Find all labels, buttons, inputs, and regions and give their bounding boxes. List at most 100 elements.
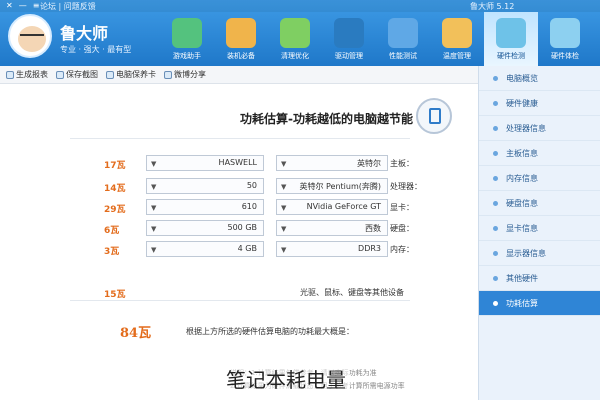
- bullet-icon: [493, 100, 498, 106]
- toolbar: 生成报表 保存截图 电脑保养卡 微博分享: [0, 66, 478, 84]
- brand-value: 英特尔: [357, 159, 381, 168]
- brand-value: 西数: [365, 224, 381, 233]
- brand-select[interactable]: ▼ DDR3: [276, 241, 388, 257]
- sidebar-item[interactable]: 显卡信息: [479, 216, 600, 241]
- sidebar-item-label: 显卡信息: [506, 223, 538, 233]
- brand-name: 鲁大师: [60, 24, 109, 43]
- model-value: 4 GB: [237, 244, 257, 253]
- chevron-down-icon: ▼: [151, 246, 157, 254]
- row-label: 处理器：: [390, 182, 422, 191]
- nav-label: 游戏助手: [173, 52, 201, 60]
- nav-item[interactable]: 清理优化: [268, 12, 322, 66]
- model-value: 50: [246, 181, 257, 190]
- sidebar-item-label: 硬盘信息: [506, 198, 538, 208]
- nav-item[interactable]: 游戏助手: [160, 12, 214, 66]
- sidebar-item[interactable]: 硬件健康: [479, 91, 600, 116]
- chevron-down-icon: ▼: [151, 204, 157, 212]
- brand-select[interactable]: ▼ 西数: [276, 220, 388, 236]
- close-icon[interactable]: ✕: [6, 1, 13, 10]
- sidebar-item[interactable]: 功耗估算: [479, 291, 600, 316]
- nav-label: 装机必备: [227, 52, 255, 60]
- total-watt: 84瓦: [120, 326, 152, 341]
- toolbar-button[interactable]: 生成报表: [6, 69, 48, 80]
- nav-icon: [172, 18, 202, 48]
- menu-icon[interactable]: ≡: [33, 1, 40, 10]
- model-select[interactable]: ▼ HASWELL: [146, 155, 264, 171]
- caption: 笔记本耗电量: [222, 364, 350, 393]
- power-row: 3瓦 ▼ 4 GB ▼ DDR3 内存：: [0, 241, 478, 261]
- row-label: 硬盘：: [390, 224, 414, 233]
- sidebar-item[interactable]: 主板信息: [479, 141, 600, 166]
- brand-slogan: 专业 · 强大 · 最有型: [60, 45, 132, 54]
- toolbar-button[interactable]: 保存截图: [56, 69, 98, 80]
- brand-value: NVidia GeForce GT: [306, 202, 381, 211]
- nav-icon: [388, 18, 418, 48]
- bullet-icon: [493, 125, 498, 131]
- row-watt: 14瓦: [104, 184, 126, 194]
- nav-label: 温度管理: [443, 52, 471, 60]
- sidebar-item[interactable]: 显示器信息: [479, 241, 600, 266]
- sidebar-item-label: 其他硬件: [506, 273, 538, 283]
- brand-select[interactable]: ▼ NVidia GeForce GT: [276, 199, 388, 215]
- minimize-icon[interactable]: —: [19, 1, 27, 10]
- nav-item[interactable]: 性能测试: [376, 12, 430, 66]
- page-title: 功耗估算-功耗越低的电脑越节能: [240, 112, 413, 126]
- calculator-icon: [416, 98, 452, 134]
- brand-select[interactable]: ▼ 英特尔: [276, 155, 388, 171]
- title-bar: ✕ — ≡ 鲁大师 5.12 论坛 | 问题反馈: [0, 0, 600, 12]
- bullet-icon: [493, 75, 498, 81]
- model-select[interactable]: ▼ 500 GB: [146, 220, 264, 236]
- chevron-down-icon: ▼: [281, 160, 287, 168]
- sidebar-item-label: 处理器信息: [506, 123, 546, 133]
- brand-select[interactable]: ▼ 英特尔 Pentium(奔腾): [276, 178, 388, 194]
- sidebar-item[interactable]: 内存信息: [479, 166, 600, 191]
- sidebar-item-label: 内存信息: [506, 173, 538, 183]
- nav-label: 性能测试: [389, 52, 417, 60]
- app-version: 鲁大师 5.12: [470, 2, 515, 11]
- sidebar-item[interactable]: 处理器信息: [479, 116, 600, 141]
- forum-links[interactable]: 论坛 | 问题反馈: [40, 1, 96, 12]
- sidebar-item-label: 主板信息: [506, 148, 538, 158]
- other-devices-label: 光驱、鼠标、键盘等其他设备: [300, 288, 404, 297]
- row-watt: 29瓦: [104, 205, 126, 215]
- sidebar-item[interactable]: 电脑概览: [479, 66, 600, 91]
- model-value: 610: [241, 202, 257, 211]
- toolbar-icon: [164, 70, 172, 79]
- toolbar-icon: [56, 70, 64, 79]
- toolbar-icon: [6, 70, 14, 79]
- power-row: 29瓦 ▼ 610 ▼ NVidia GeForce GT 显卡：: [0, 199, 478, 219]
- chevron-down-icon: ▼: [281, 183, 287, 191]
- nav-icon: [226, 18, 256, 48]
- bullet-icon: [493, 300, 498, 306]
- model-value: HASWELL: [218, 158, 257, 167]
- bullet-icon: [493, 275, 498, 281]
- bullet-icon: [493, 150, 498, 156]
- bullet-icon: [493, 200, 498, 206]
- toolbar-button[interactable]: 电脑保养卡: [106, 69, 156, 80]
- sidebar-item[interactable]: 其他硬件: [479, 266, 600, 291]
- chevron-down-icon: ▼: [281, 225, 287, 233]
- brand: [470, 12, 600, 64]
- model-value: 500 GB: [227, 223, 258, 232]
- nav-item[interactable]: 装机必备: [214, 12, 268, 66]
- sidebar-item[interactable]: 硬盘信息: [479, 191, 600, 216]
- brand-value: DDR3: [358, 244, 381, 253]
- power-row: 14瓦 ▼ 50 ▼ 英特尔 Pentium(奔腾) 处理器：: [0, 178, 478, 198]
- row-label: 内存：: [390, 245, 414, 254]
- nav-icon: [442, 18, 472, 48]
- nav-icon: [280, 18, 310, 48]
- model-select[interactable]: ▼ 50: [146, 178, 264, 194]
- model-select[interactable]: ▼ 4 GB: [146, 241, 264, 257]
- row-watt: 6瓦: [104, 226, 120, 236]
- total-note: 根据上方所选的硬件估算电脑的功耗最大概是：: [186, 327, 354, 336]
- nav-label: 驱动管理: [335, 52, 363, 60]
- brand-logo: 鲁大师 专业 · 强大 · 最有型: [8, 12, 158, 64]
- model-select[interactable]: ▼ 610: [146, 199, 264, 215]
- toolbar-label: 生成报表: [16, 70, 48, 79]
- nav-icon: [334, 18, 364, 48]
- toolbar-button[interactable]: 微博分享: [164, 69, 206, 80]
- nav-item[interactable]: 驱动管理: [322, 12, 376, 66]
- window-controls: ✕ — ≡: [6, 1, 39, 10]
- toolbar-label: 保存截图: [66, 70, 98, 79]
- nav-label: 清理优化: [281, 52, 309, 60]
